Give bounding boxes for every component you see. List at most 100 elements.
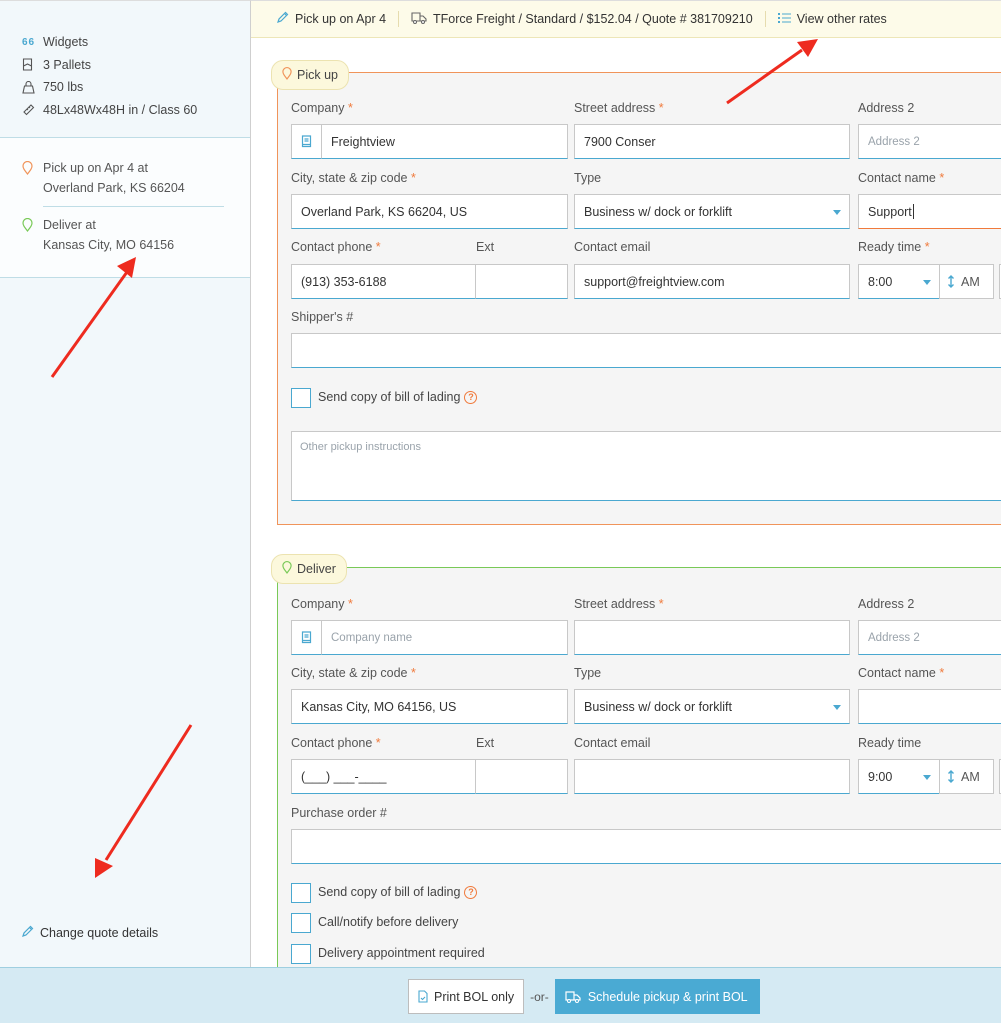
pickup-stop-line2: Overland Park, KS 66204 bbox=[43, 181, 185, 195]
help-icon[interactable]: ? bbox=[464, 390, 478, 404]
deliver-send-bol-label: Send copy of bill of lading ? bbox=[318, 885, 478, 899]
deliver-type-select[interactable]: Business w/ dock or forklift bbox=[574, 689, 850, 724]
or-separator: -or- bbox=[530, 989, 549, 1004]
list-icon bbox=[777, 12, 791, 27]
truck-icon bbox=[565, 991, 581, 1003]
chevron-down-icon bbox=[923, 280, 931, 285]
deliver-email-input[interactable] bbox=[574, 759, 850, 794]
pallets-text: 3 Pallets bbox=[43, 57, 91, 72]
pallets-row: 3 Pallets bbox=[22, 54, 250, 77]
deliver-ready-time-select[interactable]: 9:00 bbox=[858, 759, 940, 794]
pickup-type-select[interactable]: Business w/ dock or forklift bbox=[574, 194, 850, 229]
deliver-section: Company * Street address * Address 2 Com… bbox=[277, 567, 1001, 967]
deliver-company-label: Company * bbox=[291, 597, 353, 611]
pickup-send-bol-checkbox[interactable] bbox=[291, 388, 311, 408]
pickup-address-book-button[interactable] bbox=[291, 124, 322, 159]
pickup-stop: Pick up on Apr 4 at Overland Park, KS 66… bbox=[22, 158, 224, 198]
weight-text: 750 lbs bbox=[43, 80, 84, 95]
deliver-ext-input[interactable] bbox=[475, 759, 568, 794]
pickup-email-input[interactable]: support@freightview.com bbox=[574, 264, 850, 299]
deliver-ready-time-value: 9:00 bbox=[868, 769, 893, 784]
chevron-down-icon bbox=[833, 705, 841, 710]
pickup-phone-input[interactable]: (913) 353-6188 bbox=[291, 264, 476, 299]
deliver-stop-line1: Deliver at bbox=[43, 218, 96, 232]
print-bol-only-label: Print BOL only bbox=[434, 989, 515, 1004]
pickup-street-input[interactable]: 7900 Conser bbox=[574, 124, 850, 159]
action-footer: Print BOL only -or- Schedule pickup & pr… bbox=[0, 967, 1001, 1023]
pickup-ready-time-select[interactable]: 8:00 bbox=[858, 264, 940, 299]
deliver-company-input[interactable]: Company name bbox=[321, 620, 568, 655]
pickup-company-input[interactable]: Freightview bbox=[321, 124, 568, 159]
pickup-ready-time-label: Ready time * bbox=[858, 240, 930, 254]
pickup-ext-label: Ext bbox=[476, 240, 495, 254]
deliver-email-label: Contact email bbox=[574, 736, 651, 750]
schedule-pickup-label: Schedule pickup & print BOL bbox=[587, 989, 748, 1004]
deliver-tag-label: Deliver bbox=[297, 562, 336, 576]
pallet-icon bbox=[22, 58, 43, 71]
pickup-contact-name-input[interactable]: Support bbox=[858, 194, 1001, 229]
schedule-pickup-button[interactable]: Schedule pickup & print BOL bbox=[554, 979, 760, 1014]
help-icon[interactable]: ? bbox=[464, 885, 478, 899]
deliver-ext-label: Ext bbox=[476, 736, 495, 750]
pickup-contact-name-label: Contact name * bbox=[858, 171, 945, 185]
weight-icon bbox=[22, 80, 43, 94]
pickup-section-tag: Pick up bbox=[271, 60, 349, 90]
stops-summary: Pick up on Apr 4 at Overland Park, KS 66… bbox=[0, 138, 250, 278]
text-caret bbox=[912, 204, 914, 219]
purchase-order-input[interactable] bbox=[291, 829, 1001, 864]
pickup-section: Company * Street address * Address 2 Fre… bbox=[277, 72, 1001, 525]
call-notify-label: Call/notify before delivery bbox=[318, 915, 459, 929]
change-quote-details-link[interactable]: Change quote details bbox=[21, 925, 158, 941]
delivery-appointment-label: Delivery appointment required bbox=[318, 946, 485, 960]
deliver-send-bol-checkbox[interactable] bbox=[291, 883, 311, 903]
up-down-arrows-icon bbox=[948, 275, 954, 288]
dimensions-row: 48Lx48Wx48H in / Class 60 bbox=[22, 99, 250, 122]
change-quote-details-label: Change quote details bbox=[40, 926, 159, 940]
pickup-ampm-toggle[interactable]: AM bbox=[939, 264, 994, 299]
quote-info-bar: Pick up on Apr 4 TForce Freight / Standa… bbox=[251, 0, 1001, 38]
deliver-pin-icon bbox=[22, 215, 43, 255]
truck-icon bbox=[411, 11, 427, 27]
pickup-stop-line1: Pick up on Apr 4 at bbox=[43, 161, 148, 175]
deliver-ref-label: Purchase order # bbox=[291, 806, 387, 820]
call-notify-checkbox[interactable] bbox=[291, 913, 311, 933]
print-bol-only-button[interactable]: Print BOL only bbox=[408, 979, 525, 1014]
separator bbox=[398, 11, 400, 27]
delivery-appointment-checkbox[interactable] bbox=[291, 944, 311, 964]
deliver-ampm-toggle[interactable]: AM bbox=[939, 759, 994, 794]
deliver-ampm-value: AM bbox=[961, 769, 980, 784]
address-book-icon bbox=[301, 135, 312, 148]
pickup-instructions-textarea[interactable]: Other pickup instructions bbox=[291, 431, 1001, 501]
deliver-phone-input[interactable]: (___) ___-____ bbox=[291, 759, 476, 794]
pickup-pin-icon bbox=[22, 158, 43, 198]
pickup-send-bol-label: Send copy of bill of lading ? bbox=[318, 390, 478, 404]
deliver-contact-name-input[interactable] bbox=[858, 689, 1001, 724]
pickup-street-label: Street address * bbox=[574, 101, 664, 115]
pickup-ref-label: Shipper's # bbox=[291, 310, 354, 324]
commodity-row: 66 Widgets bbox=[22, 31, 250, 54]
quote-summary-sidebar: 66 Widgets 3 Pallets 750 lbs 48Lx48Wx48H… bbox=[0, 0, 251, 967]
shippers-number-input[interactable] bbox=[291, 333, 1001, 368]
pickup-pin-icon bbox=[282, 67, 292, 83]
pickup-address2-input[interactable]: Address 2 bbox=[858, 124, 1001, 159]
view-other-rates-label: View other rates bbox=[796, 12, 887, 26]
deliver-ready-time-label: Ready time bbox=[858, 736, 922, 750]
pickup-date-text: Pick up on Apr 4 bbox=[295, 12, 387, 26]
separator bbox=[764, 11, 766, 27]
deliver-address2-input[interactable]: Address 2 bbox=[858, 620, 1001, 655]
pickup-phone-label: Contact phone * bbox=[291, 240, 381, 254]
shipment-summary: 66 Widgets 3 Pallets 750 lbs 48Lx48Wx48H… bbox=[0, 1, 250, 138]
pickup-city-input[interactable]: Overland Park, KS 66204, US bbox=[291, 194, 568, 229]
deliver-city-label: City, state & zip code * bbox=[291, 666, 416, 680]
deliver-address2-label: Address 2 bbox=[858, 597, 915, 611]
deliver-city-input[interactable]: Kansas City, MO 64156, US bbox=[291, 689, 568, 724]
deliver-stop: Deliver at Kansas City, MO 64156 bbox=[22, 215, 224, 255]
pickup-company-label: Company * bbox=[291, 101, 353, 115]
deliver-street-input[interactable] bbox=[574, 620, 850, 655]
chevron-down-icon bbox=[923, 775, 931, 780]
pickup-tag-label: Pick up bbox=[297, 68, 338, 82]
pickup-ext-input[interactable] bbox=[475, 264, 568, 299]
view-other-rates-link[interactable]: View other rates bbox=[777, 12, 887, 27]
deliver-address-book-button[interactable] bbox=[291, 620, 322, 655]
deliver-phone-label: Contact phone * bbox=[291, 736, 381, 750]
